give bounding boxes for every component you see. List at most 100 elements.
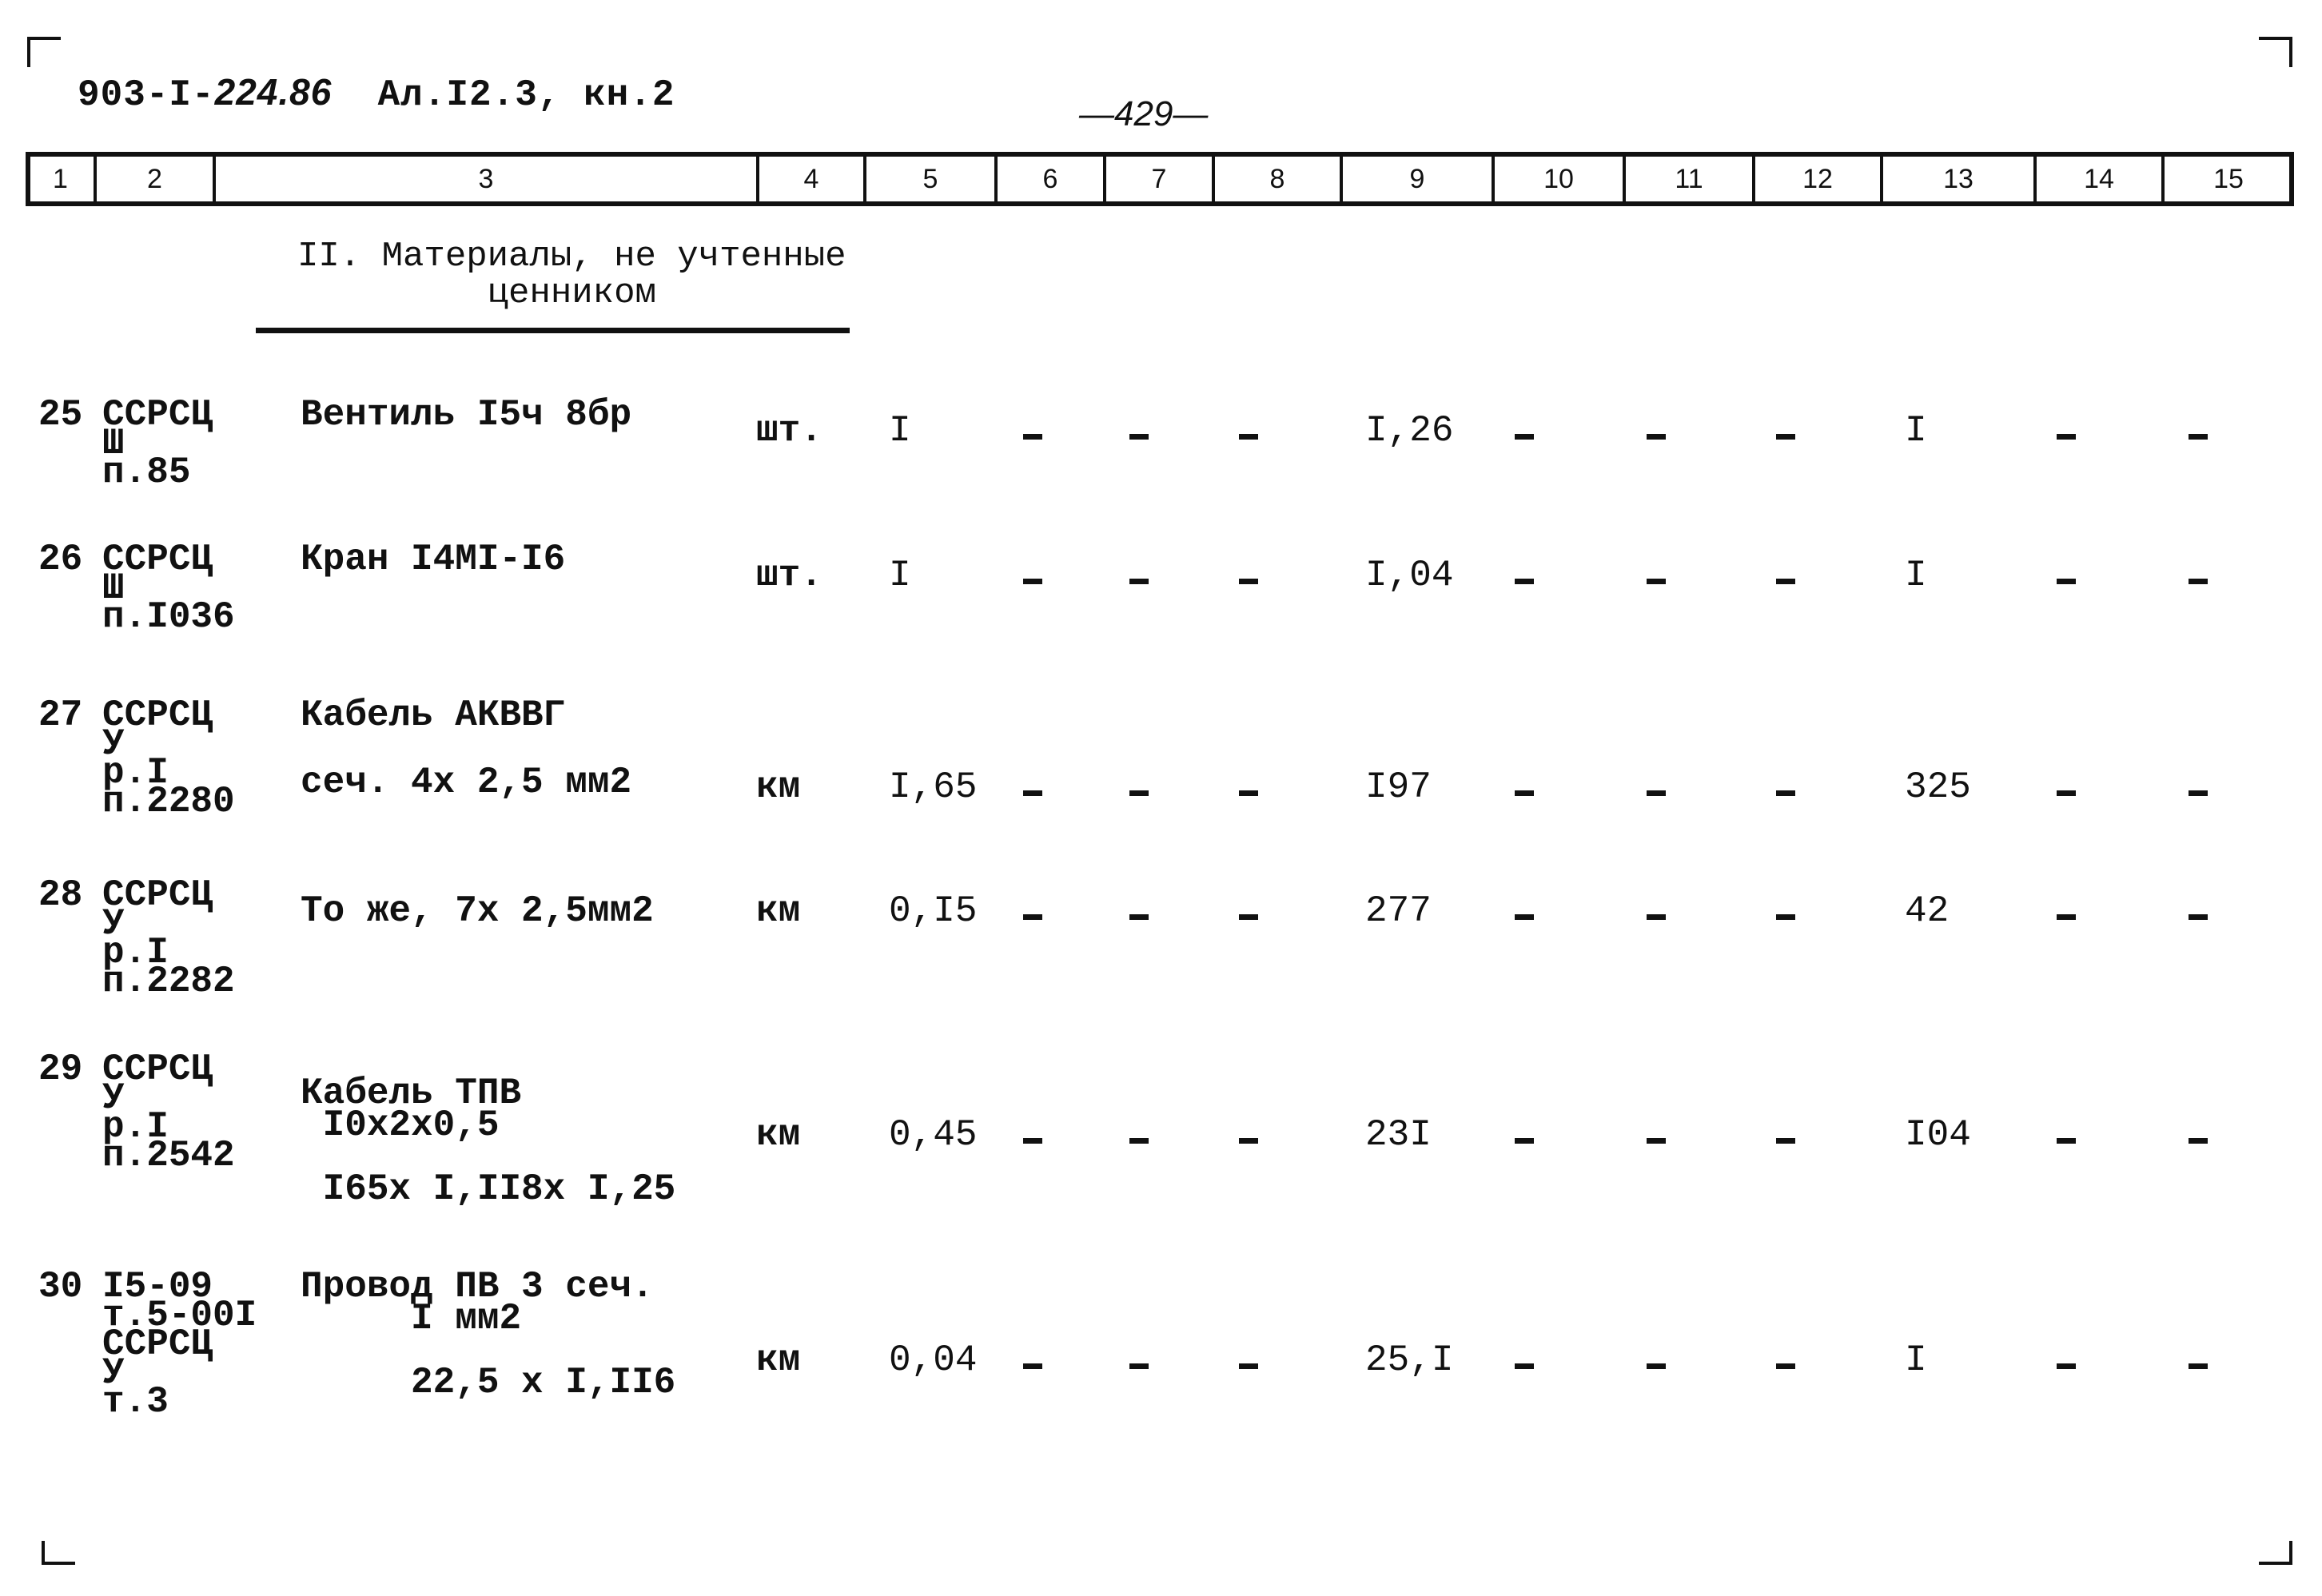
- empty-dash-col-11: [1647, 1138, 1666, 1144]
- empty-dash-col-12: [1776, 579, 1795, 584]
- section-title-line2: ценником: [487, 273, 656, 313]
- empty-dash-col-14: [2057, 1138, 2076, 1144]
- value-col-13: I04: [1905, 1114, 1971, 1156]
- material-name-line: I0x2x0,5: [301, 1104, 500, 1146]
- value-col-5: 0,I5: [889, 890, 978, 932]
- header-column-15: 15: [2161, 157, 2292, 201]
- header-column-4: 4: [756, 157, 863, 201]
- material-name-line: сеч. 4х 2,5 мм2: [301, 762, 632, 803]
- empty-dash-col-12: [1776, 434, 1795, 440]
- empty-dash-col-11: [1647, 914, 1666, 920]
- empty-dash-col-15: [2189, 1363, 2208, 1369]
- empty-dash-col-15: [2189, 790, 2208, 796]
- material-name-line: То же, 7х 2,5мм2: [301, 890, 654, 932]
- header-column-3: 3: [213, 157, 756, 201]
- price-reference-line: п.2282: [102, 961, 235, 1002]
- value-col-9: 277: [1365, 890, 1432, 932]
- row-number: 29: [38, 1049, 83, 1090]
- empty-dash-col-12: [1776, 914, 1795, 920]
- value-col-9: 25,I: [1365, 1339, 1454, 1381]
- row-number: 27: [38, 695, 83, 736]
- empty-dash-col-15: [2189, 914, 2208, 920]
- empty-dash-col-8: [1239, 914, 1258, 920]
- header-column-6: 6: [994, 157, 1103, 201]
- unit: шт.: [756, 410, 822, 452]
- value-col-9: I,26: [1365, 410, 1454, 452]
- empty-dash-col-10: [1515, 434, 1534, 440]
- header-column-14: 14: [2033, 157, 2161, 201]
- value-col-9: 23I: [1365, 1114, 1432, 1156]
- empty-dash-col-10: [1515, 1138, 1534, 1144]
- unit: км: [756, 1114, 801, 1156]
- empty-dash-col-6: [1023, 914, 1042, 920]
- header-column-7: 7: [1103, 157, 1212, 201]
- unit: км: [756, 766, 801, 808]
- corner-mark-top-left: [27, 37, 61, 67]
- empty-dash-col-15: [2189, 434, 2208, 440]
- corner-mark-top-right: [2259, 37, 2292, 67]
- header-column-5: 5: [863, 157, 994, 201]
- value-col-13: I: [1905, 1339, 1927, 1381]
- empty-dash-col-6: [1023, 790, 1042, 796]
- row-number: 26: [38, 539, 83, 580]
- section-title: II. Материалы, не учтенные ценником: [297, 238, 846, 312]
- empty-dash-col-15: [2189, 1138, 2208, 1144]
- empty-dash-col-7: [1129, 434, 1149, 440]
- price-reference-line: п.2542: [102, 1135, 235, 1176]
- header-column-9: 9: [1340, 157, 1492, 201]
- page-number: —429—: [1079, 94, 1209, 133]
- empty-dash-col-7: [1129, 790, 1149, 796]
- empty-dash-col-10: [1515, 914, 1534, 920]
- corner-mark-bottom-right: [2259, 1541, 2292, 1565]
- empty-dash-col-8: [1239, 434, 1258, 440]
- row-number: 30: [38, 1266, 83, 1307]
- empty-dash-col-6: [1023, 1363, 1042, 1369]
- value-col-5: I,65: [889, 766, 978, 808]
- header-column-11: 11: [1623, 157, 1752, 201]
- corner-mark-bottom-left: [42, 1541, 75, 1565]
- value-col-5: I: [889, 555, 911, 596]
- value-col-9: I,04: [1365, 555, 1454, 596]
- value-col-5: I: [889, 410, 911, 452]
- document-code: 903-I-224.86 Ал.I2.3, кн.2: [78, 70, 675, 116]
- empty-dash-col-14: [2057, 914, 2076, 920]
- value-col-13: 42: [1905, 890, 1950, 932]
- document-code-suffix: Ал.I2.3, кн.2: [377, 74, 675, 116]
- empty-dash-col-10: [1515, 579, 1534, 584]
- material-name-line: I мм2: [301, 1298, 522, 1339]
- price-reference-line: п.2280: [102, 781, 235, 822]
- empty-dash-col-11: [1647, 790, 1666, 796]
- row-number: 28: [38, 874, 83, 916]
- value-col-5: 0,04: [889, 1339, 978, 1381]
- empty-dash-col-11: [1647, 579, 1666, 584]
- value-col-5: 0,45: [889, 1114, 978, 1156]
- empty-dash-col-7: [1129, 1363, 1149, 1369]
- empty-dash-col-10: [1515, 1363, 1534, 1369]
- material-name-line: Кран I4МI-I6: [301, 539, 566, 580]
- empty-dash-col-11: [1647, 1363, 1666, 1369]
- empty-dash-col-8: [1239, 790, 1258, 796]
- unit: км: [756, 1339, 801, 1381]
- price-reference-line: п.85: [102, 452, 191, 493]
- document-code-handwritten: 224.86: [214, 71, 333, 113]
- material-name-line: Вентиль I5ч 8бр: [301, 394, 632, 436]
- value-col-9: I97: [1365, 766, 1432, 808]
- section-underline: [256, 328, 850, 333]
- header-column-2: 2: [94, 157, 213, 201]
- empty-dash-col-15: [2189, 579, 2208, 584]
- empty-dash-col-12: [1776, 1363, 1795, 1369]
- column-number-header: 1 2 3 4 5 6 7 8 9 10 11 12 13 14 15: [26, 152, 2294, 206]
- price-reference-line: т.3: [102, 1381, 169, 1423]
- empty-dash-col-7: [1129, 914, 1149, 920]
- empty-dash-col-12: [1776, 1138, 1795, 1144]
- empty-dash-col-6: [1023, 434, 1042, 440]
- empty-dash-col-8: [1239, 579, 1258, 584]
- value-col-13: I: [1905, 555, 1927, 596]
- material-name-line: 22,5 х I,II6: [301, 1362, 676, 1403]
- empty-dash-col-14: [2057, 790, 2076, 796]
- unit: шт.: [756, 555, 822, 596]
- material-name-line: Кабель АКВВГ: [301, 695, 566, 736]
- empty-dash-col-6: [1023, 1138, 1042, 1144]
- empty-dash-col-6: [1023, 579, 1042, 584]
- header-column-13: 13: [1880, 157, 2033, 201]
